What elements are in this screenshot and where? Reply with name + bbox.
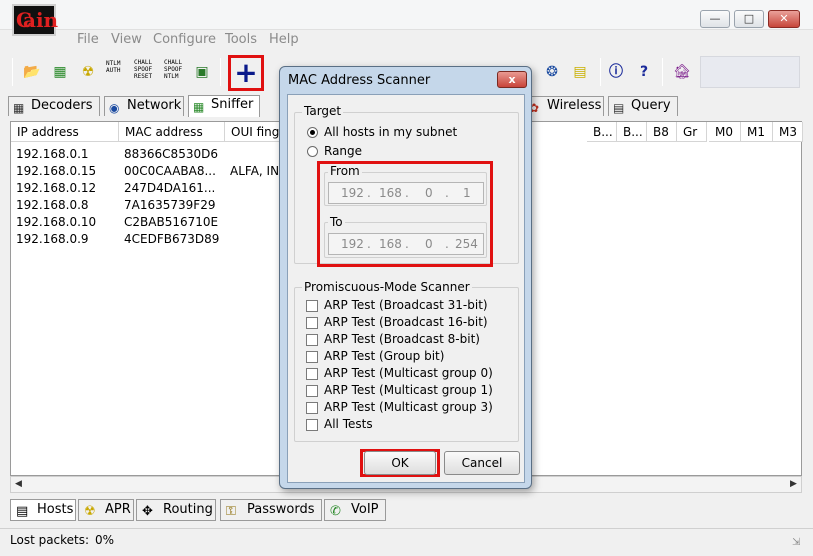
lost-packets-label: Lost packets: xyxy=(10,533,90,547)
dialog-body: Target All hosts in my subnet Range From… xyxy=(287,94,525,483)
from-legend: From xyxy=(328,164,362,178)
to-ip-input[interactable]: 192 . 168 . 0 . 254 xyxy=(328,233,484,255)
help-icon[interactable]: ? xyxy=(634,62,654,82)
cancel-button[interactable]: Cancel xyxy=(444,451,520,475)
ntlm-auth-button[interactable]: NTLM AUTH xyxy=(106,60,120,74)
status-bar: Lost packets: 0% ⇲ xyxy=(0,528,813,556)
checkbox-all-tests[interactable] xyxy=(306,419,318,431)
tab-sniffer[interactable]: ▦ Sniffer xyxy=(188,95,260,117)
query-icon: ▤ xyxy=(613,101,625,115)
col-mac-address[interactable]: MAC address xyxy=(119,122,225,142)
table-row[interactable]: 192.168.0.8 7A1635739F29 xyxy=(11,197,281,214)
menu-configure[interactable]: Configure xyxy=(153,32,216,47)
exit-icon[interactable]: 🏚 xyxy=(672,62,692,82)
maximize-button[interactable]: □ xyxy=(734,10,764,28)
col-ip-address[interactable]: IP address xyxy=(11,122,119,142)
col-m0[interactable]: M0 xyxy=(709,122,741,142)
scroll-right-icon[interactable]: ▶ xyxy=(790,479,797,489)
network-icon: ◉ xyxy=(109,101,120,115)
key-icon: ⚿ xyxy=(226,504,236,519)
radiation-icon: ☢ xyxy=(84,504,96,519)
scroll-left-icon[interactable]: ◀ xyxy=(15,479,22,489)
table-row[interactable]: 192.168.0.15 00C0CAABA8... ALFA, IN xyxy=(11,163,281,180)
network-globe-icon[interactable]: ❂ xyxy=(542,62,562,82)
decoder-icon: ▦ xyxy=(13,101,25,115)
tab-hosts[interactable]: ▤ Hosts xyxy=(10,499,76,521)
add-hosts-button[interactable]: + xyxy=(228,55,264,91)
sniffer-icon: ▦ xyxy=(193,100,205,114)
col-m1[interactable]: M1 xyxy=(741,122,773,142)
open-folder-icon[interactable]: 📂 xyxy=(22,62,42,82)
ok-button[interactable]: OK xyxy=(364,451,436,475)
menu-help[interactable]: Help xyxy=(269,32,299,47)
certificate-icon[interactable]: ▤ xyxy=(570,62,590,82)
menu-bar: File View Configure Tools Help xyxy=(0,30,813,50)
table-row[interactable]: 192.168.0.12 247D4DA161... xyxy=(11,180,281,197)
title-bar xyxy=(0,0,813,30)
promiscuous-legend: Promiscuous-Mode Scanner xyxy=(302,280,472,294)
monitor-icon[interactable]: ▣ xyxy=(192,62,212,82)
tab-query[interactable]: ▤ Query xyxy=(608,96,678,116)
tab-passwords[interactable]: ⚿ Passwords xyxy=(220,499,322,521)
resize-grip-icon[interactable]: ⇲ xyxy=(792,537,800,548)
checkbox-broadcast-31[interactable] xyxy=(306,300,318,312)
checkbox-broadcast-16[interactable] xyxy=(306,317,318,329)
target-legend: Target xyxy=(302,104,344,118)
tab-wireless[interactable]: ✿ Wireless xyxy=(524,96,604,116)
from-ip-input[interactable]: 192 . 168 . 0 . 1 xyxy=(328,182,484,204)
chall-spoof-ntlm-button[interactable]: CHALL SPOOF NTLM xyxy=(164,59,182,80)
radio-all-hosts[interactable] xyxy=(307,127,318,138)
dialog-close-button[interactable]: x xyxy=(497,71,527,88)
menu-file[interactable]: File xyxy=(77,32,99,47)
table-row[interactable]: 192.168.0.9 4CEDFB673D89 xyxy=(11,231,281,248)
routing-icon: ✥ xyxy=(142,504,153,519)
tab-voip[interactable]: ✆ VoIP xyxy=(324,499,386,521)
col-m3[interactable]: M3 xyxy=(773,122,803,142)
col-b1[interactable]: B... xyxy=(587,122,617,142)
plus-icon: + xyxy=(234,56,258,89)
to-legend: To xyxy=(328,215,345,229)
voip-icon: ✆ xyxy=(330,504,341,519)
tab-network[interactable]: ◉ Network xyxy=(104,96,184,116)
radiation-icon[interactable]: ☢ xyxy=(78,62,98,82)
radio-range[interactable] xyxy=(307,146,318,157)
info-icon[interactable]: ⓘ xyxy=(606,62,626,82)
col-b2[interactable]: B... xyxy=(617,122,647,142)
col-gr[interactable]: Gr xyxy=(677,122,707,142)
checkbox-group-bit[interactable] xyxy=(306,351,318,363)
close-button[interactable]: ✕ xyxy=(768,10,800,28)
all-hosts-label: All hosts in my subnet xyxy=(324,125,458,139)
menu-tools[interactable]: Tools xyxy=(225,32,257,47)
checkbox-multicast-1[interactable] xyxy=(306,385,318,397)
network-card-icon[interactable]: ▦ xyxy=(50,62,70,82)
col-b8[interactable]: B8 xyxy=(647,122,677,142)
minimize-button[interactable]: — xyxy=(700,10,730,28)
chall-spoof-reset-button[interactable]: CHALL SPOOF RESET xyxy=(134,59,152,80)
tab-decoders[interactable]: ▦ Decoders xyxy=(8,96,100,116)
checkbox-multicast-0[interactable] xyxy=(306,368,318,380)
col-oui-fingerprint[interactable]: OUI fing xyxy=(225,122,281,142)
range-label: Range xyxy=(324,144,363,158)
checkbox-multicast-3[interactable] xyxy=(306,402,318,414)
table-row[interactable]: 192.168.0.10 C2BAB516710E xyxy=(11,214,281,231)
checkbox-broadcast-8[interactable] xyxy=(306,334,318,346)
mac-address-scanner-dialog: MAC Address Scanner x Target All hosts i… xyxy=(279,66,532,489)
tab-apr[interactable]: ☢ APR xyxy=(78,499,134,521)
tab-routing[interactable]: ✥ Routing xyxy=(136,499,216,521)
dialog-title: MAC Address Scanner xyxy=(288,73,431,88)
lost-packets-value: 0% xyxy=(95,533,115,547)
menu-view[interactable]: View xyxy=(111,32,142,47)
hosts-icon: ▤ xyxy=(16,504,29,519)
table-row[interactable]: 192.168.0.1 88366C8530D6 xyxy=(11,146,281,163)
